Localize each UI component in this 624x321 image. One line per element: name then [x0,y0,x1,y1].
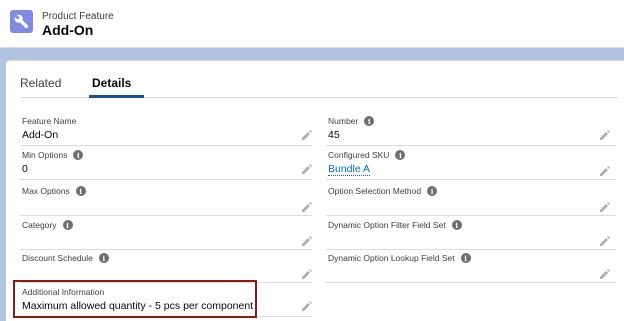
configured-sku-link[interactable]: Bundle A [328,163,371,176]
field-label: Option Selection Method [328,186,422,196]
field-label: Dynamic Option Filter Field Set [328,220,446,230]
field-number: Number i 45 [326,116,616,146]
field-min-options: Min Options i 0 [20,150,312,180]
info-icon[interactable]: i [460,253,471,263]
tab-details[interactable]: Details [92,76,131,90]
info-icon[interactable]: i [62,220,73,230]
field-dynamic-option-filter-field-set: Dynamic Option Filter Field Set i [326,220,616,250]
details-card: Related Details Feature Name Add-On Min … [6,60,624,321]
tab-related[interactable]: Related [20,76,61,90]
edit-pencil-icon[interactable] [302,269,312,279]
info-icon[interactable]: i [364,116,375,126]
info-icon[interactable]: i [98,253,109,263]
object-type-label: Product Feature [42,11,114,22]
edit-pencil-icon[interactable] [302,301,312,311]
edit-pencil-icon[interactable] [302,236,312,246]
edit-pencil-icon[interactable] [302,202,312,212]
info-icon[interactable]: i [73,150,84,160]
field-value: Add-On [22,129,59,141]
field-feature-name: Feature Name Add-On [20,116,312,146]
annotation-highlight-box [13,280,257,318]
field-label: Min Options [22,150,68,160]
edit-pencil-icon[interactable] [302,130,312,140]
field-configured-sku: Configured SKU i Bundle A [326,150,616,180]
wrench-icon [10,10,33,33]
field-label: Configured SKU [328,150,390,160]
edit-pencil-icon[interactable] [600,130,610,140]
field-dynamic-option-lookup-field-set: Dynamic Option Lookup Field Set i [326,253,616,283]
field-discount-schedule: Discount Schedule i [20,253,312,283]
edit-pencil-icon[interactable] [600,236,610,246]
field-label: Discount Schedule [22,253,93,263]
field-label: Max Options [22,186,70,196]
record-header: Product Feature Add-On [0,0,624,48]
field-max-options: Max Options i [20,186,312,216]
field-label: Category [22,220,57,230]
tab-bar: Related Details [20,73,618,98]
field-value: 0 [22,163,28,175]
info-icon[interactable]: i [395,150,406,160]
info-icon[interactable]: i [75,186,86,196]
field-label: Number [328,116,359,126]
field-label: Dynamic Option Lookup Field Set [328,253,455,263]
field-label: Feature Name [22,116,77,126]
active-tab-indicator [89,95,144,98]
edit-pencil-icon[interactable] [600,166,610,176]
info-icon[interactable]: i [427,186,438,196]
record-title: Add-On [42,22,94,38]
field-option-selection-method: Option Selection Method i [326,186,616,216]
field-value: 45 [328,129,340,141]
info-icon[interactable]: i [451,220,462,230]
edit-pencil-icon[interactable] [600,269,610,279]
field-category: Category i [20,220,312,250]
edit-pencil-icon[interactable] [600,202,610,212]
edit-pencil-icon[interactable] [302,164,312,174]
